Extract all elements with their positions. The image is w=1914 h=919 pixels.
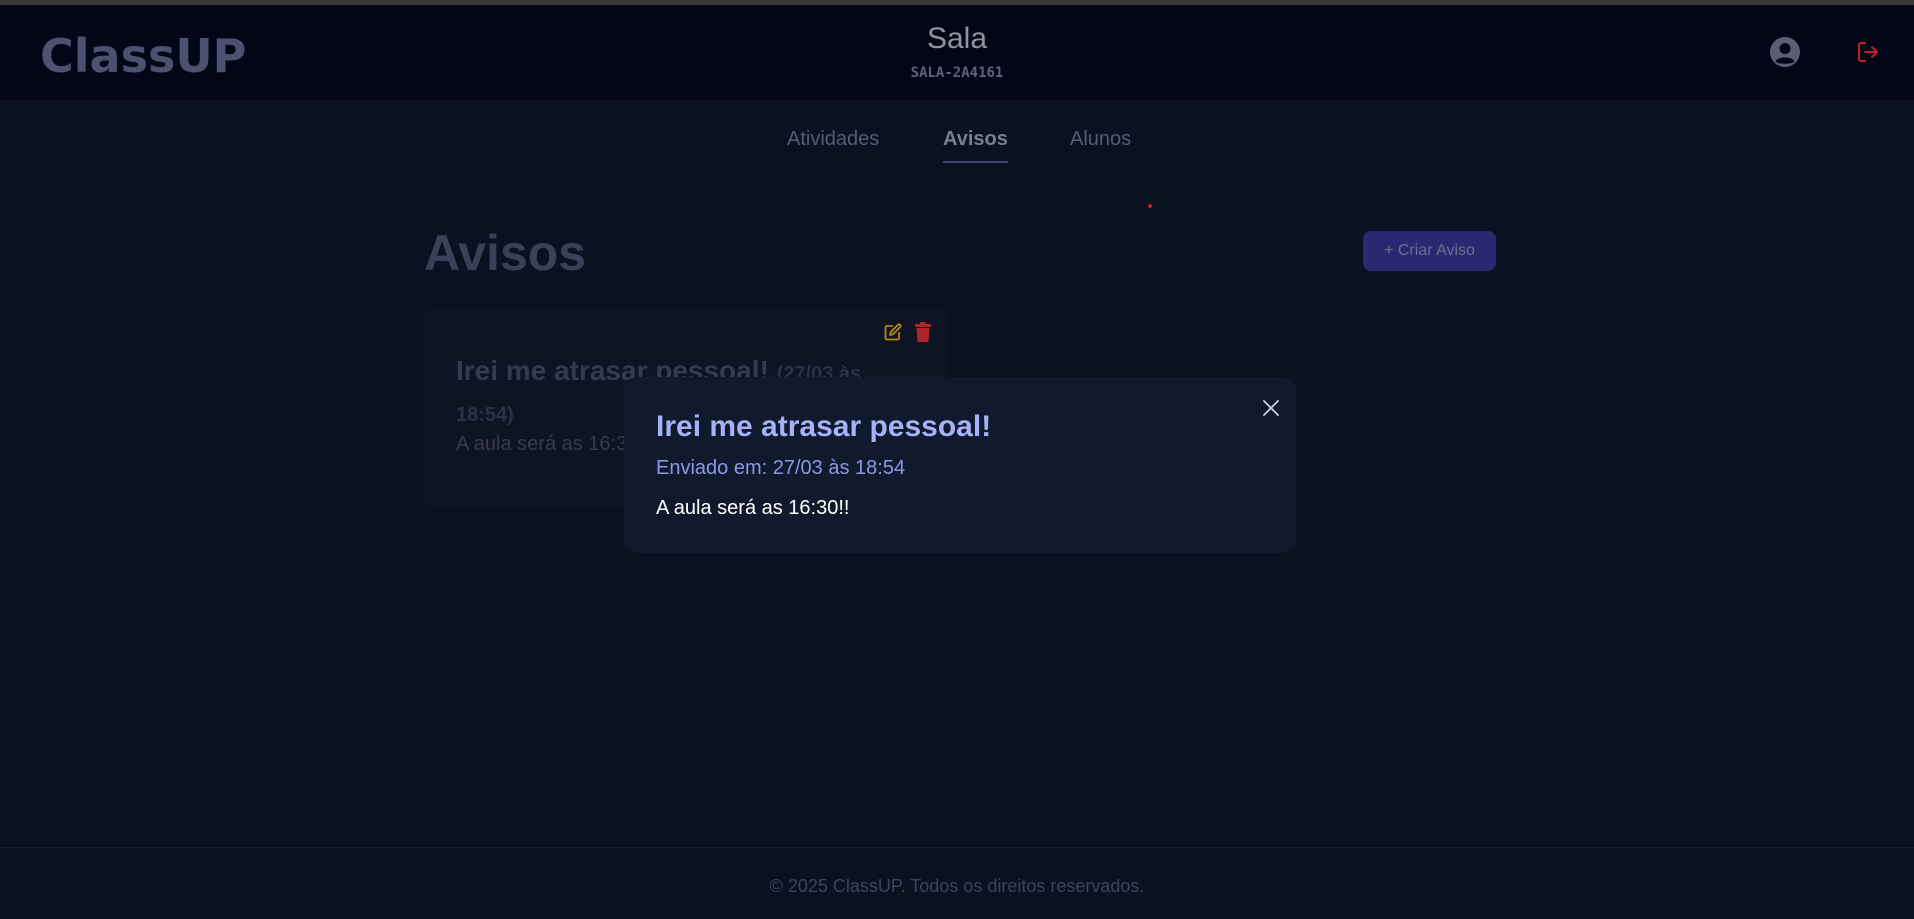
room-code: SALA-2A4161 bbox=[910, 65, 1004, 81]
logout-icon[interactable] bbox=[1856, 40, 1880, 64]
footer-divider bbox=[0, 847, 1914, 848]
room-title: Sala bbox=[926, 22, 988, 55]
user-circle-icon[interactable] bbox=[1769, 36, 1801, 68]
footer-copyright: © 2025 ClassUP. Todos os direitos reserv… bbox=[769, 876, 1145, 896]
cursor-dot bbox=[1148, 204, 1152, 208]
edit-icon[interactable] bbox=[884, 323, 902, 341]
trash-icon[interactable] bbox=[915, 322, 931, 342]
app-header: ClassUP Sala SALA-2A4161 bbox=[0, 5, 1914, 100]
close-icon[interactable] bbox=[1262, 399, 1280, 417]
notice-card-body: A aula será as 16:30!! bbox=[456, 433, 650, 455]
tab-atividades[interactable]: Atividades bbox=[787, 128, 879, 151]
page-title: Avisos bbox=[424, 225, 587, 281]
tab-alunos[interactable]: Alunos bbox=[1070, 128, 1131, 151]
active-tab-indicator bbox=[943, 161, 1008, 163]
tab-avisos[interactable]: Avisos bbox=[943, 128, 1008, 151]
modal-sent-date: Enviado em: 27/03 às 18:54 bbox=[656, 457, 906, 479]
modal-body: A aula será as 16:30!! bbox=[656, 497, 850, 519]
modal-title: Irei me atrasar pessoal! bbox=[656, 410, 992, 443]
create-notice-button[interactable]: + Criar Aviso bbox=[1363, 231, 1496, 271]
